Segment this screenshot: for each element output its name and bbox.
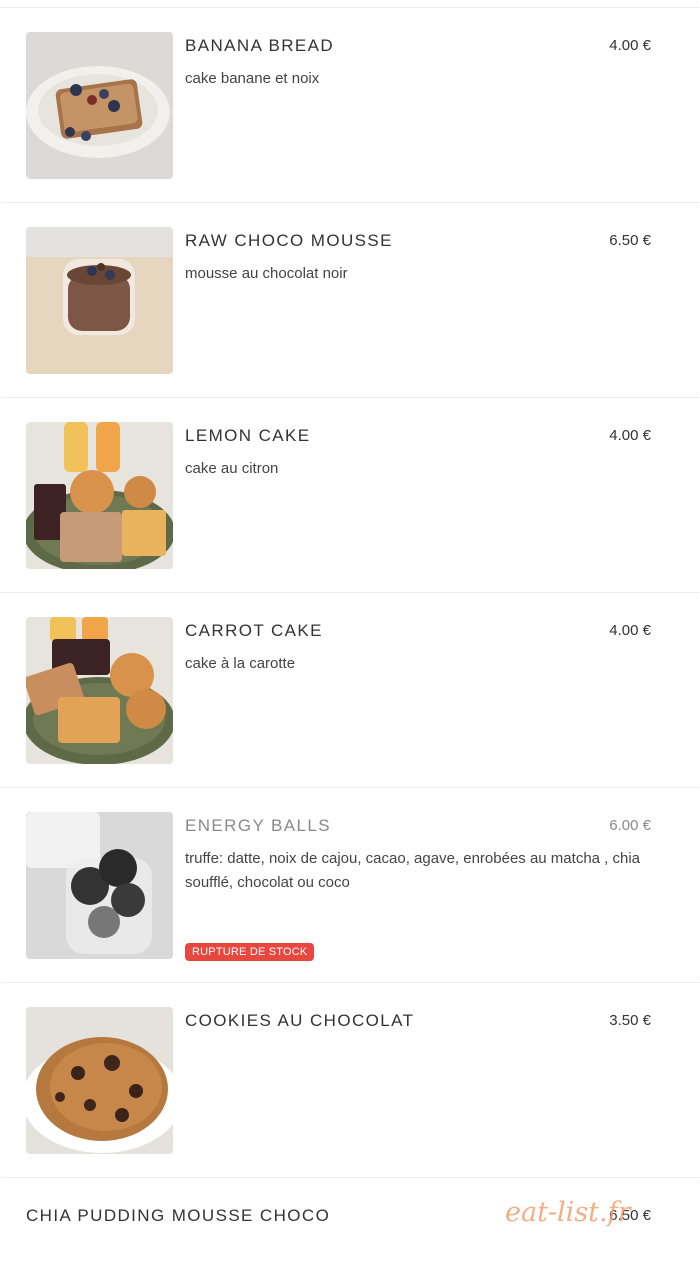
item-name: BANANA BREAD — [185, 36, 335, 55]
menu-list: BANANA BREAD 4.00 € cake banane et noix … — [0, 7, 700, 1257]
item-price: 6.50 € — [609, 1207, 651, 1224]
item-name: ENERGY BALLS — [185, 816, 331, 835]
item-price: 4.00 € — [609, 427, 651, 444]
cookie-photo — [26, 1007, 173, 1154]
item-price: 6.50 € — [609, 232, 651, 249]
energy-balls-photo — [26, 812, 173, 959]
menu-item-lemon-cake[interactable]: LEMON CAKE 4.00 € cake au citron — [1, 397, 699, 592]
item-description: truffe: datte, noix de cajou, cacao, aga… — [185, 850, 641, 891]
choco-mousse-photo — [26, 227, 173, 374]
item-price: 4.00 € — [609, 37, 651, 54]
item-price: 3.50 € — [609, 1012, 651, 1029]
item-description: cake à la carotte — [185, 655, 296, 672]
item-description: cake banane et noix — [185, 70, 320, 87]
item-name: LEMON CAKE — [185, 426, 311, 445]
carrot-cake-photo — [26, 617, 173, 764]
menu-item-chia-pudding-mousse-choco[interactable]: CHIA PUDDING MOUSSE CHOCO 6.50 € — [1, 1177, 699, 1257]
menu-item-banana-bread[interactable]: BANANA BREAD 4.00 € cake banane et noix — [1, 7, 699, 202]
menu-item-energy-balls[interactable]: ENERGY BALLS 6.00 € truffe: datte, noix … — [1, 787, 699, 982]
item-price: 4.00 € — [609, 622, 651, 639]
out-of-stock-badge: RUPTURE DE STOCK — [185, 943, 315, 961]
item-description: mousse au chocolat noir — [185, 265, 348, 282]
lemon-cake-photo — [26, 422, 173, 569]
menu-item-raw-choco-mousse[interactable]: RAW CHOCO MOUSSE 6.50 € mousse au chocol… — [1, 202, 699, 397]
item-description: cake au citron — [185, 460, 279, 477]
item-name: RAW CHOCO MOUSSE — [185, 231, 393, 250]
menu-item-carrot-cake[interactable]: CARROT CAKE 4.00 € cake à la carotte — [1, 592, 699, 787]
item-price: 6.00 € — [609, 817, 651, 834]
item-name: COOKIES AU CHOCOLAT — [185, 1011, 415, 1030]
item-name: CHIA PUDDING MOUSSE CHOCO — [26, 1206, 331, 1225]
banana-bread-photo — [26, 32, 173, 179]
menu-item-cookies-au-chocolat[interactable]: COOKIES AU CHOCOLAT 3.50 € — [1, 982, 699, 1177]
item-name: CARROT CAKE — [185, 621, 323, 640]
